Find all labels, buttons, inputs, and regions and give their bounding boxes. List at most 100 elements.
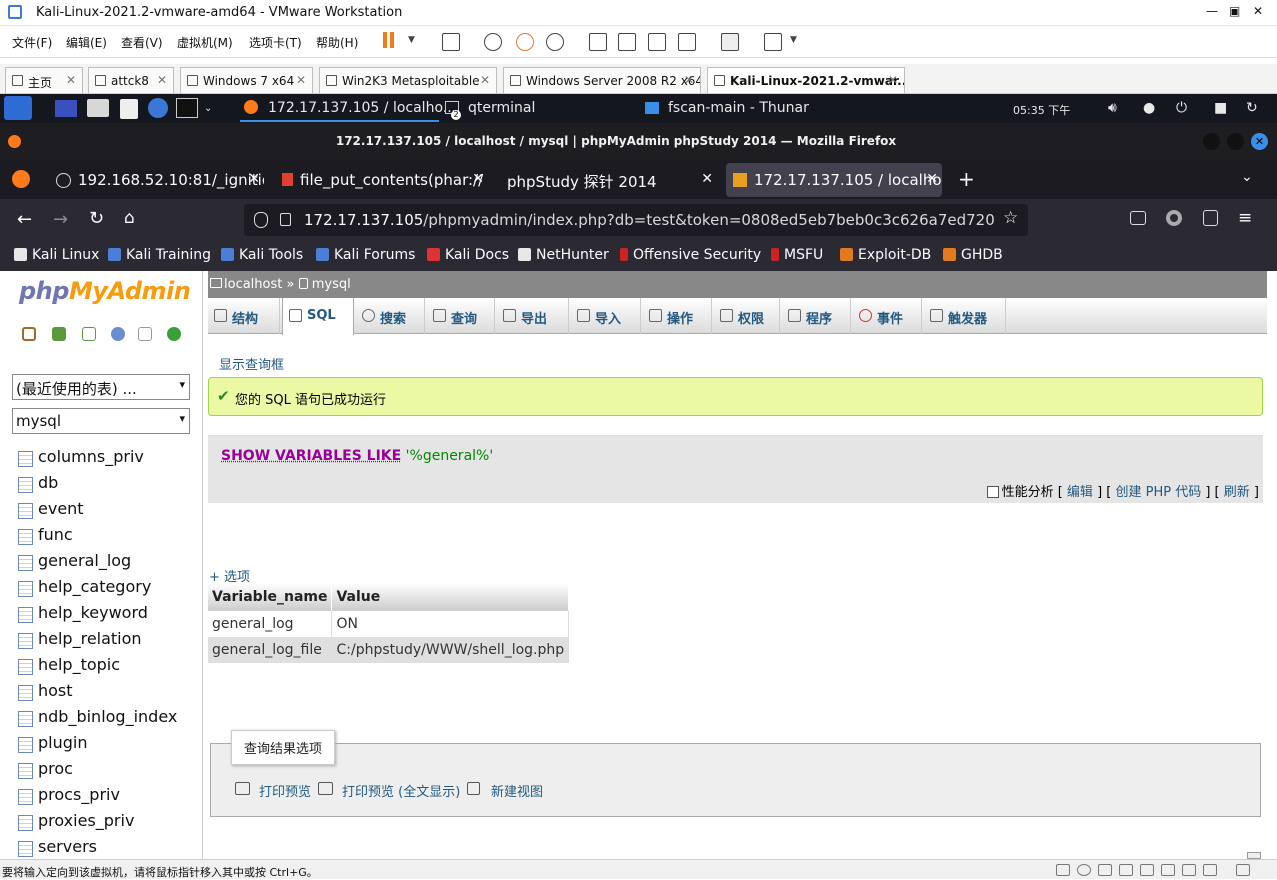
- account-icon[interactable]: [1166, 210, 1182, 226]
- home-icon[interactable]: ⌂: [124, 208, 135, 228]
- bookmark-kali-tools[interactable]: Kali Tools: [221, 247, 303, 263]
- snapshot-manager-icon[interactable]: [546, 33, 564, 51]
- power-icon[interactable]: ⏻: [1176, 100, 1187, 116]
- pause-icon[interactable]: [383, 32, 387, 48]
- tab-windows7[interactable]: Windows 7 x64 ✕: [180, 67, 313, 93]
- exit-icon[interactable]: [52, 327, 66, 341]
- close-window-button[interactable]: ✕: [1253, 4, 1263, 18]
- usb-icon[interactable]: [1119, 864, 1133, 876]
- menu-tabs[interactable]: 选项卡(T): [249, 34, 302, 51]
- notification-bell-icon[interactable]: ●: [1143, 100, 1155, 116]
- sql-keywords[interactable]: SHOW VARIABLES LIKE: [221, 448, 401, 464]
- refresh-link[interactable]: 刷新: [1224, 485, 1250, 500]
- file-manager-icon[interactable]: [87, 99, 109, 117]
- close-icon[interactable]: ✕: [1251, 133, 1268, 150]
- tab-events[interactable]: 事件: [853, 298, 922, 334]
- chevron-down-icon[interactable]: ⌄: [204, 103, 212, 114]
- tab-home[interactable]: 主页 ✕: [5, 67, 83, 93]
- table-list-item[interactable]: servers: [18, 837, 177, 859]
- tab-win2k3[interactable]: Win2K3 Metasploitable ✕: [319, 67, 497, 93]
- reload-icon[interactable]: ↻: [89, 208, 104, 229]
- close-icon[interactable]: ✕: [684, 73, 694, 87]
- message-icon[interactable]: [1203, 864, 1217, 876]
- breadcrumb-server[interactable]: localhost: [224, 277, 282, 292]
- pma-logo[interactable]: phpMyAdmin: [19, 277, 191, 305]
- volume-icon[interactable]: 🔊︎: [1108, 100, 1117, 116]
- close-icon[interactable]: ✕: [296, 73, 306, 87]
- table-list-item[interactable]: help_topic: [18, 655, 177, 681]
- minimize-button[interactable]: [1203, 133, 1220, 150]
- close-icon[interactable]: ✕: [157, 73, 167, 87]
- bookmark-kali-forums[interactable]: Kali Forums: [316, 247, 415, 263]
- clock[interactable]: 05:35 下午: [1013, 102, 1070, 118]
- create-php-link[interactable]: 创建 PHP 代码: [1115, 485, 1201, 500]
- table-list-item[interactable]: ndb_binlog_index: [18, 707, 177, 733]
- tab-file-put-contents[interactable]: file_put_contents(phar://✕: [282, 163, 488, 197]
- menu-file[interactable]: 文件(F): [12, 34, 52, 51]
- web-browser-icon[interactable]: [148, 98, 168, 118]
- network-icon[interactable]: [1098, 864, 1112, 876]
- close-icon[interactable]: ✕: [472, 171, 484, 187]
- tab-structure[interactable]: 结构: [208, 298, 280, 334]
- thumbnail-icon[interactable]: [618, 33, 636, 51]
- forward-icon[interactable]: →: [53, 209, 68, 230]
- bookmark-msfu[interactable]: MSFU: [771, 247, 823, 263]
- bookmark-kali-docs[interactable]: Kali Docs: [427, 247, 509, 263]
- sound-icon[interactable]: [1140, 864, 1154, 876]
- close-icon[interactable]: ✕: [888, 73, 898, 87]
- tab-sql[interactable]: SQL: [282, 298, 354, 335]
- table-list-item[interactable]: host: [18, 681, 177, 707]
- reload-icon[interactable]: [167, 327, 181, 341]
- table-list-item[interactable]: columns_priv: [18, 447, 177, 473]
- firefox-view-icon[interactable]: [12, 170, 30, 188]
- close-icon[interactable]: ✕: [248, 171, 260, 187]
- recent-tables-select[interactable]: (最近使用的表) ... ▾: [12, 374, 190, 400]
- table-list-item[interactable]: proc: [18, 759, 177, 785]
- stretch-dropdown-icon[interactable]: ▼: [790, 35, 797, 45]
- tab-operations[interactable]: 操作: [643, 298, 712, 334]
- bookmark-offensive-security[interactable]: Offensive Security: [620, 247, 761, 263]
- print-view-link[interactable]: 打印预览: [235, 781, 311, 800]
- printer-icon[interactable]: [1161, 864, 1175, 876]
- close-icon[interactable]: ✕: [66, 73, 76, 87]
- docs-icon[interactable]: [138, 327, 152, 341]
- table-list-item[interactable]: plugin: [18, 733, 177, 759]
- terminal-icon[interactable]: [176, 98, 198, 118]
- tab-export[interactable]: 导出: [497, 298, 569, 334]
- maximize-button[interactable]: [1227, 133, 1244, 150]
- column-header[interactable]: Value: [331, 583, 570, 611]
- print-view-full-link[interactable]: 打印预览 (全文显示): [318, 781, 460, 800]
- tab-query[interactable]: 查询: [427, 298, 495, 334]
- table-list-item[interactable]: general_log: [18, 551, 177, 577]
- close-icon[interactable]: ✕: [926, 171, 938, 187]
- lock-insecure-icon[interactable]: [280, 213, 291, 226]
- edit-link[interactable]: 编辑: [1067, 485, 1093, 500]
- minimize-button[interactable]: —: [1206, 4, 1218, 18]
- menu-edit[interactable]: 编辑(E): [66, 34, 107, 51]
- tab-privileges[interactable]: 权限: [714, 298, 780, 334]
- close-icon[interactable]: ✕: [701, 171, 713, 187]
- list-all-tabs-icon[interactable]: ⌄: [1241, 169, 1253, 185]
- tab-import[interactable]: 导入: [571, 298, 641, 334]
- table-list-item[interactable]: db: [18, 473, 177, 499]
- send-ctrl-alt-del-icon[interactable]: [442, 33, 460, 51]
- bookmark-nethunter[interactable]: NetHunter: [518, 247, 609, 263]
- cd-icon[interactable]: [1077, 864, 1091, 876]
- snapshot-icon[interactable]: [484, 33, 502, 51]
- menu-vm[interactable]: 虚拟机(M): [177, 34, 233, 51]
- database-select[interactable]: mysql ▾: [12, 408, 190, 434]
- table-list-item[interactable]: help_category: [18, 577, 177, 603]
- shield-icon[interactable]: [254, 212, 268, 228]
- breadcrumb-db[interactable]: mysql: [312, 277, 351, 292]
- menu-view[interactable]: 查看(V): [121, 34, 163, 51]
- maximize-button[interactable]: ▣: [1229, 4, 1240, 18]
- back-icon[interactable]: ←: [17, 209, 32, 230]
- tab-winserver2008[interactable]: Windows Server 2008 R2 x64 ✕: [503, 67, 701, 93]
- tab-kali[interactable]: Kali-Linux-2021.2-vmwar... ✕: [707, 67, 905, 93]
- tab-routines[interactable]: 程序: [782, 298, 851, 334]
- tab-attck8[interactable]: attck8 ✕: [88, 67, 174, 93]
- console-view-icon[interactable]: [721, 33, 739, 51]
- show-desktop-icon[interactable]: [55, 100, 77, 117]
- tab-phpmyadmin[interactable]: 172.17.137.105 / localhost ✕: [726, 163, 942, 197]
- tab-ignition[interactable]: 192.168.52.10:81/_ignition ✕: [56, 163, 264, 197]
